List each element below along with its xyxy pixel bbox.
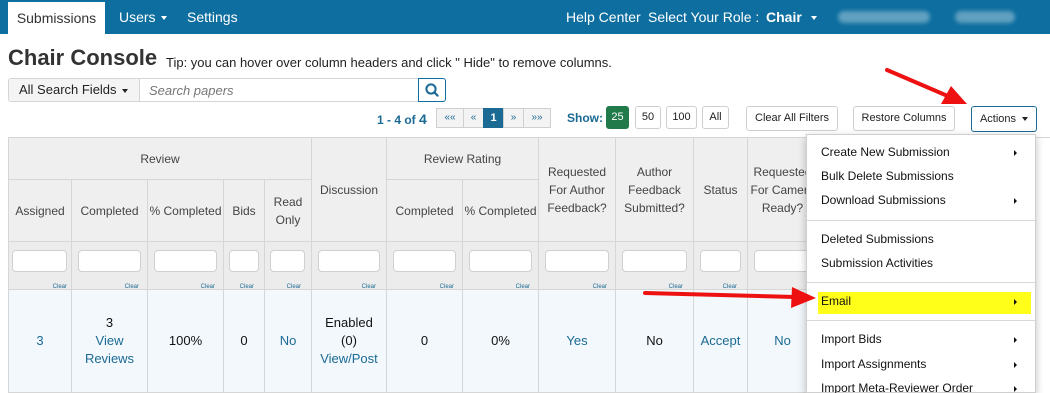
annotation-overlay [643, 68, 967, 308]
red-arrow-icon [885, 68, 967, 104]
red-arrow-icon [643, 287, 816, 308]
